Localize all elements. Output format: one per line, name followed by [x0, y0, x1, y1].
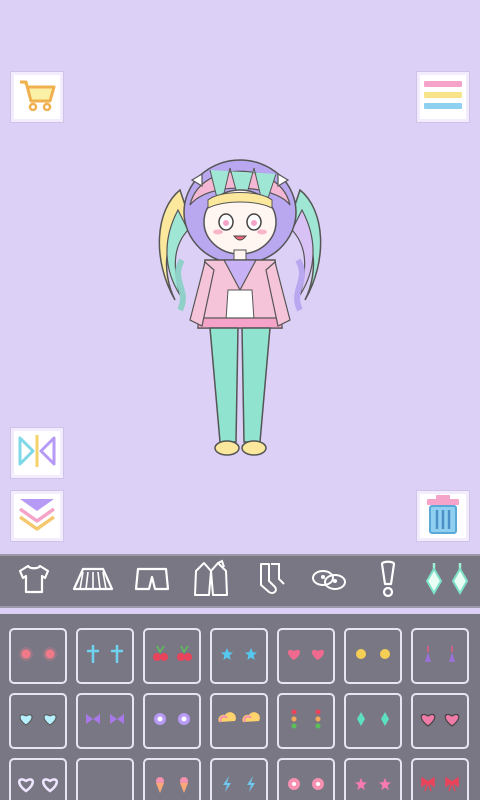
lightning-earrings-icon: [215, 770, 263, 800]
item-cell[interactable]: [76, 628, 134, 684]
item-cell[interactable]: [277, 628, 335, 684]
pastel-heart-earrings-icon: [14, 705, 62, 737]
tab-earrings[interactable]: [424, 559, 470, 603]
blue-star-earrings-icon: [215, 640, 263, 672]
item-cell[interactable]: [344, 758, 402, 800]
red-dot-earrings-icon: [14, 640, 62, 672]
item-cell[interactable]: [411, 693, 469, 749]
earrings-icon: [424, 561, 470, 601]
item-cell[interactable]: [344, 693, 402, 749]
moon-earrings-icon: [81, 770, 129, 800]
layer-down-icon: [16, 495, 58, 537]
item-cell[interactable]: [9, 628, 67, 684]
item-cell[interactable]: [9, 693, 67, 749]
item-cell[interactable]: [277, 693, 335, 749]
exclamation-icon: [376, 560, 400, 602]
pink-flower-earrings-icon: [282, 770, 330, 800]
rainbow-cloud-earrings-icon: [215, 705, 263, 737]
tab-skirts[interactable]: [70, 559, 116, 603]
item-cell[interactable]: [76, 693, 134, 749]
item-cell[interactable]: [143, 693, 201, 749]
skirt-icon: [71, 564, 115, 598]
item-cell[interactable]: [9, 758, 67, 800]
t-shirt-icon: [16, 563, 52, 599]
item-cell[interactable]: [210, 758, 268, 800]
shorts-icon: [133, 565, 171, 597]
yellow-dot-earrings-icon: [349, 640, 397, 672]
tab-shoes[interactable]: [306, 559, 352, 603]
hamburger-menu-icon: [422, 77, 464, 117]
category-bar: [0, 554, 480, 608]
flower-earrings-icon: [148, 705, 196, 737]
cherry-earrings-icon: [148, 640, 196, 672]
jacket-icon: [191, 559, 231, 603]
tab-outerwear[interactable]: [188, 559, 234, 603]
ribbon-earrings-icon: [416, 770, 464, 800]
pink-star-earrings-icon: [349, 770, 397, 800]
triangle-drop-earrings-icon: [416, 640, 464, 672]
item-cell[interactable]: [143, 758, 201, 800]
shoes-icon: [310, 564, 348, 598]
diamond-earrings-icon: [349, 705, 397, 737]
flip-horizontal-icon: [16, 432, 58, 474]
tab-accessories[interactable]: [365, 559, 411, 603]
item-grid: [0, 614, 480, 800]
trash-button[interactable]: [417, 491, 469, 541]
item-cell[interactable]: [277, 758, 335, 800]
trash-can-icon: [423, 493, 463, 539]
blue-cross-earrings-icon: [81, 640, 129, 672]
flip-button[interactable]: [11, 428, 63, 478]
dangle-bead-earrings-icon: [282, 705, 330, 737]
item-cell[interactable]: [76, 758, 134, 800]
layer-button[interactable]: [11, 491, 63, 541]
heart-outline-earrings-icon: [14, 770, 62, 800]
socks-icon: [253, 561, 287, 601]
item-cell[interactable]: [210, 628, 268, 684]
tab-shorts[interactable]: [129, 559, 175, 603]
ice-cream-earrings-icon: [148, 770, 196, 800]
tab-socks[interactable]: [247, 559, 293, 603]
item-cell[interactable]: [411, 628, 469, 684]
shop-button[interactable]: [11, 72, 63, 122]
bow-earrings-icon: [81, 705, 129, 737]
pink-heart-earrings-icon: [282, 640, 330, 672]
tab-tops[interactable]: [11, 559, 57, 603]
pink-heart-outline-earrings-icon: [416, 705, 464, 737]
item-cell[interactable]: [210, 693, 268, 749]
item-cell[interactable]: [143, 628, 201, 684]
menu-button[interactable]: [417, 72, 469, 122]
character-avatar[interactable]: [150, 150, 330, 470]
item-cell[interactable]: [344, 628, 402, 684]
item-cell[interactable]: [411, 758, 469, 800]
shopping-cart-icon: [17, 77, 57, 117]
